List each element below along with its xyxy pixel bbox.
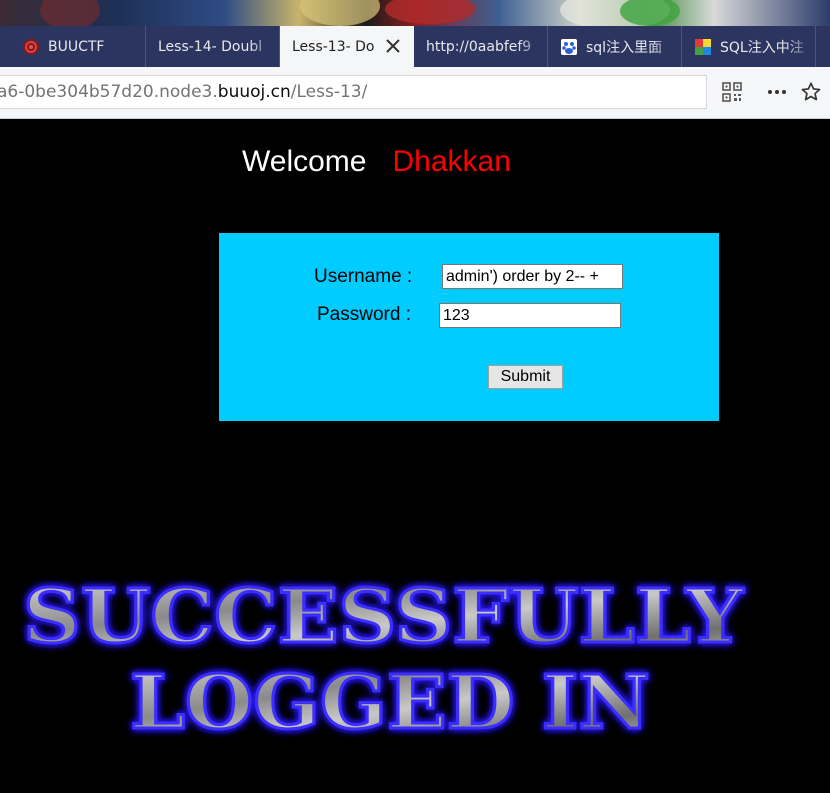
browser-theme-header [0, 0, 830, 30]
baidu-favicon [560, 38, 578, 56]
tab-sql-2[interactable]: SQL注入中注 [682, 26, 816, 67]
tab-buuctf[interactable]: BUUCTF [10, 26, 146, 67]
navigation-bar: a6-0be304b57d20.node3. buuoj.cn/Less-13/ [0, 67, 830, 119]
close-icon[interactable] [384, 37, 402, 55]
url-bar[interactable]: a6-0be304b57d20.node3. buuoj.cn/Less-13/ [0, 75, 707, 109]
submit-button[interactable]: Submit [488, 365, 563, 389]
url-prefix: a6-0be304b57d20.node3. [0, 82, 218, 102]
welcome-text: Welcome [242, 145, 367, 178]
tab-http[interactable]: http://0aabfef9 [414, 26, 548, 67]
tab-bar: BUUCTF Less-14- Doubl Less-13- Do http:/… [0, 26, 830, 67]
tab-label: http://0aabfef9 [426, 38, 532, 55]
password-label: Password : [317, 304, 411, 325]
success-line-1: SUCCESSFULLY [23, 574, 744, 660]
tab-label: Less-14- Doubl [158, 38, 263, 55]
tab-less-14[interactable]: Less-14- Doubl [146, 26, 280, 67]
success-line-2: LOGGED IN [130, 660, 650, 746]
username-input[interactable]: admin') order by 2-- + [442, 264, 623, 289]
password-input[interactable]: 123 [439, 303, 621, 328]
url-path: /Less-13/ [290, 82, 368, 102]
buuctf-favicon [22, 38, 40, 56]
tab-less-13[interactable]: Less-13- Do [280, 26, 414, 67]
tab-sql-1[interactable]: sql注入里面 [548, 26, 682, 67]
tab-label: Less-13- Do [292, 38, 375, 55]
url-host: buuoj.cn [217, 82, 291, 102]
more-icon[interactable] [766, 82, 788, 104]
username-label: Username : [314, 266, 413, 287]
colorful-favicon [694, 38, 712, 56]
qr-code-icon[interactable] [722, 82, 744, 104]
welcome-name: Dhakkan [392, 145, 511, 178]
tab-label: BUUCTF [48, 38, 105, 55]
bookmark-star-icon[interactable] [800, 81, 822, 103]
welcome-heading: Welcome Dhakkan [242, 145, 511, 179]
success-banner: SUCCESSFULLY LOGGED IN [0, 570, 830, 754]
login-form: Username : admin') order by 2-- + Passwo… [219, 233, 719, 421]
